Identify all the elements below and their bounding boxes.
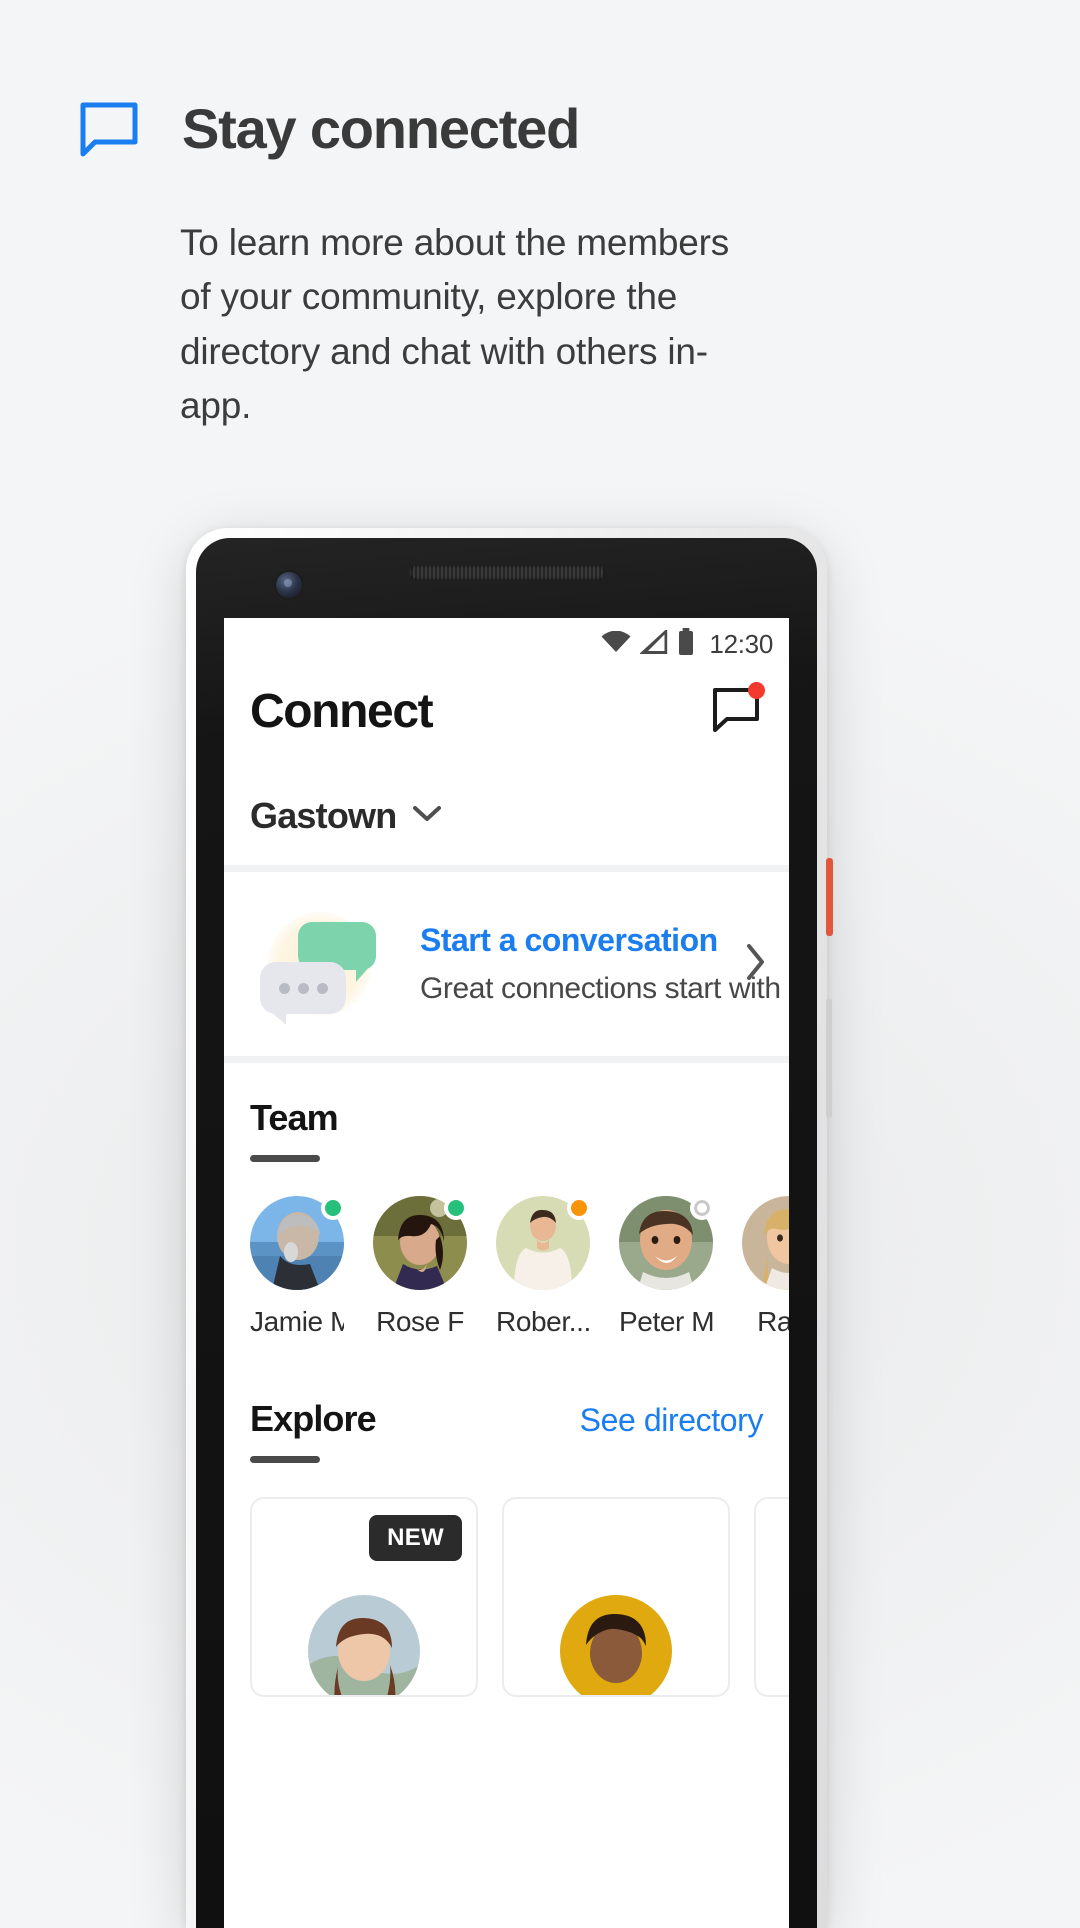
avatar-image — [742, 1196, 789, 1290]
member-name: Jamie M — [250, 1306, 344, 1337]
member-name: Rach — [757, 1306, 789, 1337]
promo-body-text: To learn more about the members of your … — [180, 222, 730, 427]
team-title: Team — [250, 1097, 339, 1138]
chat-bubbles-illustration — [250, 904, 402, 1025]
status-dot-away — [567, 1196, 591, 1220]
promo-section: Stay connected To learn more about the m… — [0, 0, 1080, 434]
explore-avatar — [560, 1595, 672, 1695]
explore-section-header: Explore See directory — [224, 1338, 789, 1440]
status-bar-time: 12:30 — [709, 628, 773, 659]
phone-screen: 12:30 Connect Gastown Start a conversati… — [224, 618, 789, 1928]
volume-button — [826, 998, 832, 1118]
front-camera — [276, 572, 302, 598]
avatar[interactable] — [619, 1196, 714, 1290]
avatar[interactable] — [496, 1196, 591, 1290]
battery-icon — [677, 627, 695, 661]
new-badge: NEW — [369, 1515, 462, 1561]
chat-bubble-icon — [78, 100, 140, 158]
section-divider — [224, 865, 789, 872]
earpiece-speaker — [408, 565, 605, 580]
team-member[interactable]: Rach — [742, 1196, 789, 1338]
explore-title: Explore — [250, 1398, 377, 1439]
team-avatar-row[interactable]: Jamie M Rose F Rober... Peter M Ra — [224, 1162, 789, 1338]
app-title: Connect — [250, 685, 434, 738]
explore-card-row[interactable]: NEW — [224, 1463, 789, 1697]
see-directory-link[interactable]: See directory — [580, 1402, 764, 1439]
chevron-right-icon — [743, 943, 767, 986]
team-member[interactable]: Peter M — [619, 1196, 714, 1338]
unread-badge — [748, 681, 765, 699]
chevron-down-icon — [412, 805, 442, 828]
explore-avatar — [308, 1595, 420, 1695]
gray-bubble-icon — [260, 962, 346, 1025]
status-dot-offline — [690, 1196, 714, 1220]
promo-title-row: Stay connected — [0, 0, 1080, 158]
typing-dot — [297, 982, 309, 994]
community-selector[interactable]: Gastown — [224, 739, 789, 865]
page-title: Stay connected — [182, 97, 580, 160]
team-underline — [250, 1155, 320, 1162]
conversation-title: Start a conversation — [420, 922, 718, 958]
explore-underline — [250, 1456, 320, 1463]
messages-button[interactable] — [711, 681, 765, 738]
power-button — [826, 858, 833, 936]
avatar[interactable] — [742, 1196, 789, 1290]
cellular-signal-icon — [639, 627, 668, 659]
team-member[interactable]: Jamie M — [250, 1196, 345, 1338]
explore-card[interactable] — [754, 1497, 789, 1697]
status-bar: 12:30 — [224, 618, 789, 670]
explore-card[interactable]: NEW — [250, 1497, 478, 1697]
section-divider — [224, 1056, 789, 1063]
explore-card[interactable] — [502, 1497, 730, 1697]
wifi-icon — [601, 630, 631, 658]
community-name: Gastown — [250, 795, 397, 836]
conversation-text: Start a conversation Great connections s… — [408, 922, 789, 1006]
status-dot-online — [321, 1196, 345, 1220]
team-member[interactable]: Rose F — [373, 1196, 468, 1338]
phone-mockup: 12:30 Connect Gastown Start a conversati… — [186, 528, 833, 1928]
status-dot-online — [444, 1196, 468, 1220]
start-conversation-card[interactable]: Start a conversation Great connections s… — [224, 872, 789, 1056]
member-name: Peter M — [619, 1306, 713, 1337]
team-section-header: Team — [224, 1063, 789, 1139]
member-name: Rober... — [496, 1306, 590, 1337]
app-bar: Connect — [224, 670, 789, 739]
avatar[interactable] — [250, 1196, 345, 1290]
avatar[interactable] — [373, 1196, 468, 1290]
member-name: Rose F — [376, 1306, 464, 1337]
team-member[interactable]: Rober... — [496, 1196, 591, 1338]
typing-dot — [278, 982, 290, 994]
typing-dot — [316, 982, 328, 994]
conversation-subtitle: Great connections start with 👋 — [420, 972, 789, 1005]
